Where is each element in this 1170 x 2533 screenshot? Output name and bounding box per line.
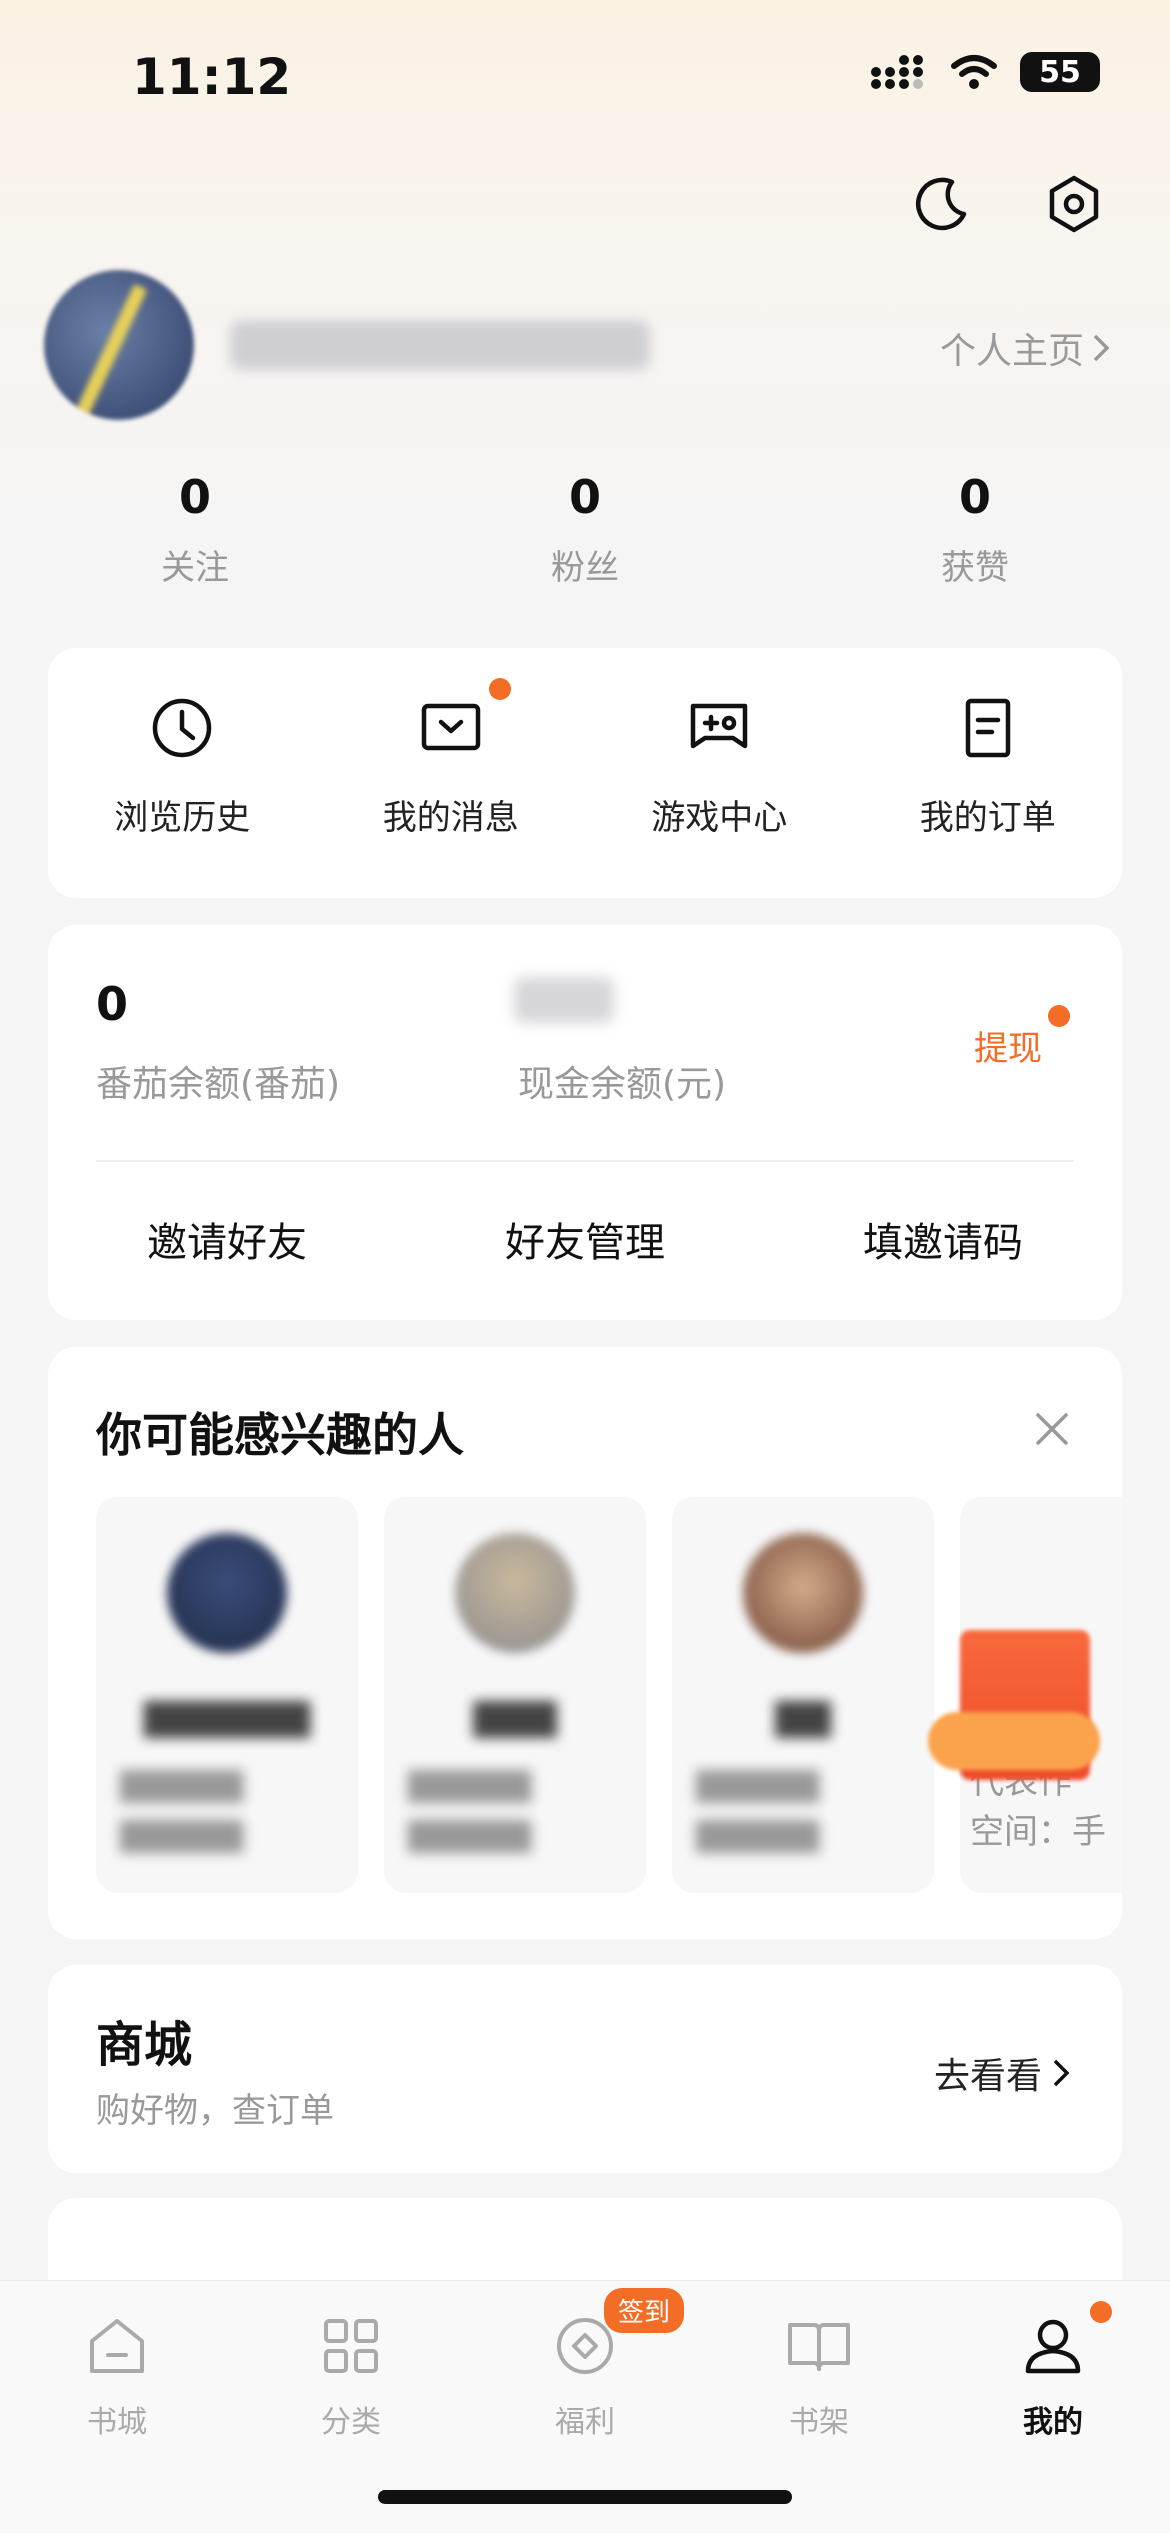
mall-link-label: 去看看	[933, 2056, 1042, 2097]
person-desc-blurred: ▇▇▇▇▇ ▇▇▇▇▇	[696, 1765, 820, 1853]
tomato-balance: 0	[96, 977, 129, 1031]
chevron-right-icon	[1053, 2059, 1070, 2087]
close-icon	[1036, 1413, 1068, 1445]
tab-label: 我的	[1023, 2405, 1083, 2440]
wifi-icon	[951, 55, 997, 89]
stat-following[interactable]: 0 关注	[0, 470, 390, 589]
avatar[interactable]	[44, 270, 194, 420]
red-envelope-pill[interactable]	[928, 1712, 1100, 1770]
notification-dot	[488, 678, 511, 700]
moon-icon	[915, 177, 967, 231]
notification-dot	[1048, 1005, 1070, 1027]
stat-label: 获赞	[941, 548, 1009, 588]
user-icon	[1025, 2319, 1081, 2374]
stat-followers[interactable]: 0 粉丝	[390, 470, 780, 589]
section-title: 你可能感兴趣的人	[96, 1408, 464, 1462]
person-avatar	[167, 1533, 287, 1653]
quick-label: 我的消息	[382, 798, 519, 838]
mall-title: 商城	[96, 2017, 193, 2073]
friend-management-button[interactable]: 好友管理	[406, 1210, 764, 1268]
tab-bookstore[interactable]: 书城	[0, 2281, 234, 2533]
withdraw-button[interactable]: 提现	[974, 1005, 1070, 1070]
profile-link[interactable]: 个人主页	[940, 322, 1110, 374]
tab-label: 福利	[555, 2405, 615, 2440]
night-mode-button[interactable]	[902, 164, 982, 244]
notification-dot	[1090, 2301, 1112, 2323]
person-desc-blurred: ▇▇▇▇▇ ▇▇▇▇▇	[120, 1765, 244, 1853]
cash-balance-blurred	[514, 977, 614, 1023]
withdraw-label: 提现	[974, 1029, 1042, 1069]
stat-value: 0	[958, 470, 991, 524]
stat-likes[interactable]: 0 获赞	[780, 470, 1170, 589]
quick-messages[interactable]: 我的消息	[317, 648, 586, 898]
status-icons: 55	[870, 52, 1100, 92]
partial-desc-line: 空间：手	[970, 1812, 1106, 1852]
enter-invite-code-button[interactable]: 填邀请码	[764, 1210, 1122, 1268]
battery-indicator: 55	[1020, 52, 1100, 92]
quick-history[interactable]: 浏览历史	[48, 648, 317, 898]
profile-link-label: 个人主页	[939, 331, 1084, 372]
mall-subtitle: 购好物，查订单	[96, 2091, 334, 2131]
status-time: 11:12	[132, 48, 292, 106]
order-icon	[965, 698, 1010, 758]
person-avatar	[455, 1533, 575, 1653]
person-card[interactable]: ▇▇▇▇▇▇ ▇▇▇▇▇ ▇▇▇▇▇	[96, 1497, 358, 1893]
profile-stats: 0 关注 0 粉丝 0 获赞	[0, 470, 1170, 589]
stat-value: 0	[568, 470, 601, 524]
quick-label: 游戏中心	[651, 798, 788, 838]
stat-label: 粉丝	[551, 548, 619, 588]
home-icon	[90, 2319, 144, 2373]
signin-badge[interactable]: 签到	[604, 2288, 685, 2333]
message-icon	[421, 703, 480, 751]
wallet-card: 0 番茄余额(番茄) 现金余额(元) 提现 邀请好友 好友管理 填邀请码	[48, 925, 1122, 1320]
cash-balance-label: 现金余额(元)	[518, 1064, 727, 1105]
person-card[interactable]: ▇▇ ▇▇▇▇▇ ▇▇▇▇▇	[672, 1497, 934, 1893]
home-indicator[interactable]	[378, 2490, 792, 2504]
invite-friends-button[interactable]: 邀请好友	[48, 1210, 406, 1268]
person-desc-blurred: ▇▇▇▇▇ ▇▇▇▇▇	[408, 1765, 532, 1853]
divider	[96, 1160, 1074, 1162]
tab-mine[interactable]: 我的	[936, 2281, 1170, 2533]
mall-card[interactable]: 商城 购好物，查订单 去看看	[48, 1965, 1122, 2173]
gear-icon	[1049, 175, 1099, 233]
person-name-blurred: ▇▇▇▇▇▇	[143, 1697, 311, 1738]
mall-link[interactable]: 去看看	[934, 2047, 1070, 2099]
tomato-balance-label: 番茄余额(番茄)	[96, 1064, 341, 1105]
stat-label: 关注	[161, 548, 229, 588]
grid-icon	[324, 2319, 378, 2373]
tab-label: 书架	[789, 2405, 849, 2440]
tab-label: 书城	[87, 2405, 147, 2440]
quick-actions-card: 浏览历史 我的消息 游戏中心 我的订单	[48, 648, 1122, 898]
settings-button[interactable]	[1034, 164, 1114, 244]
chevron-right-icon	[1093, 334, 1110, 362]
signal-icon	[871, 55, 923, 89]
person-card[interactable]: ▇▇▇ ▇▇▇▇▇ ▇▇▇▇▇	[384, 1497, 646, 1893]
stat-value: 0	[178, 470, 211, 524]
person-name-blurred: ▇▇▇	[473, 1697, 557, 1738]
quick-label: 浏览历史	[114, 798, 251, 838]
quick-orders[interactable]: 我的订单	[854, 648, 1123, 898]
close-button[interactable]	[1022, 1399, 1082, 1459]
book-icon	[788, 2323, 850, 2371]
person-avatar	[743, 1533, 863, 1653]
wallet-actions: 邀请好友 好友管理 填邀请码	[48, 1210, 1122, 1268]
person-name-blurred: ▇▇	[775, 1697, 831, 1738]
gamepad-icon	[691, 703, 748, 749]
username-blurred[interactable]	[230, 320, 650, 370]
clock-icon	[153, 698, 212, 758]
tab-label: 分类	[321, 2405, 381, 2440]
quick-label: 我的订单	[919, 798, 1056, 838]
quick-games[interactable]: 游戏中心	[585, 648, 854, 898]
